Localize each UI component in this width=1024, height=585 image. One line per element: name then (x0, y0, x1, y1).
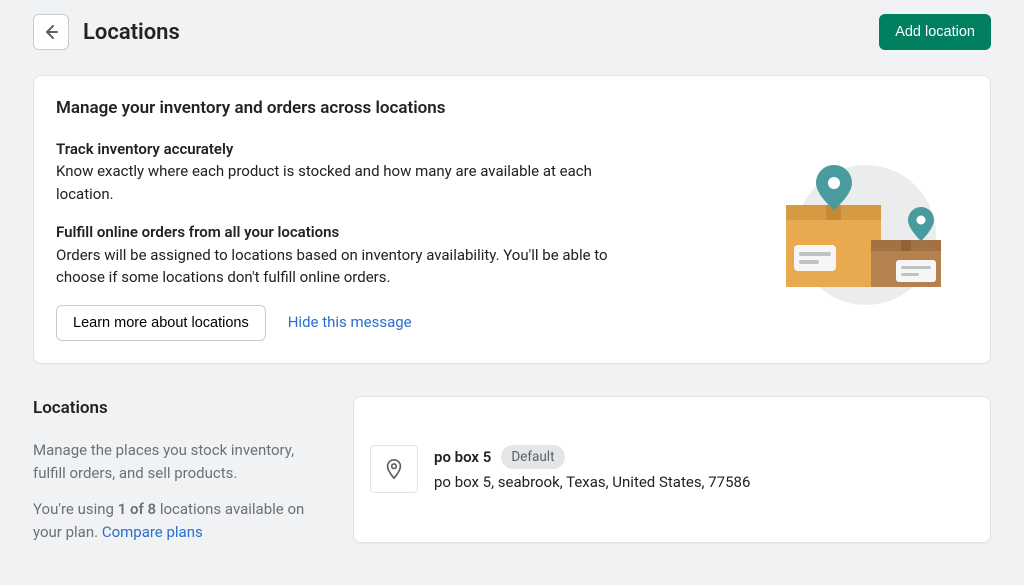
location-pin-icon (370, 445, 418, 493)
arrow-left-icon (41, 22, 61, 42)
locations-sidebar-desc: Manage the places you stock inventory, f… (33, 439, 323, 484)
location-address: po box 5, seabrook, Texas, United States… (434, 471, 974, 494)
page-title: Locations (83, 16, 180, 49)
learn-more-button[interactable]: Learn more about locations (56, 305, 266, 341)
back-button[interactable] (33, 14, 69, 50)
locations-illustration (753, 96, 968, 341)
usage-count: 1 of 8 (118, 500, 156, 518)
track-inventory-body: Know exactly where each product is stock… (56, 160, 631, 205)
usage-prefix: You're using (33, 500, 118, 518)
locations-usage-text: You're using 1 of 8 locations available … (33, 498, 323, 543)
track-inventory-heading: Track inventory accurately (56, 138, 693, 161)
fulfill-orders-body: Orders will be assigned to locations bas… (56, 244, 631, 289)
default-badge: Default (501, 445, 564, 469)
compare-plans-link[interactable]: Compare plans (102, 523, 203, 541)
add-location-button[interactable]: Add location (879, 14, 991, 50)
location-name: po box 5 (434, 446, 491, 469)
info-card-title: Manage your inventory and orders across … (56, 96, 693, 122)
locations-sidebar-title: Locations (33, 396, 323, 422)
fulfill-orders-heading: Fulfill online orders from all your loca… (56, 221, 693, 244)
info-card: Manage your inventory and orders across … (33, 75, 991, 364)
hide-message-link[interactable]: Hide this message (288, 311, 412, 334)
location-row[interactable]: po box 5 Default po box 5, seabrook, Tex… (353, 396, 991, 544)
